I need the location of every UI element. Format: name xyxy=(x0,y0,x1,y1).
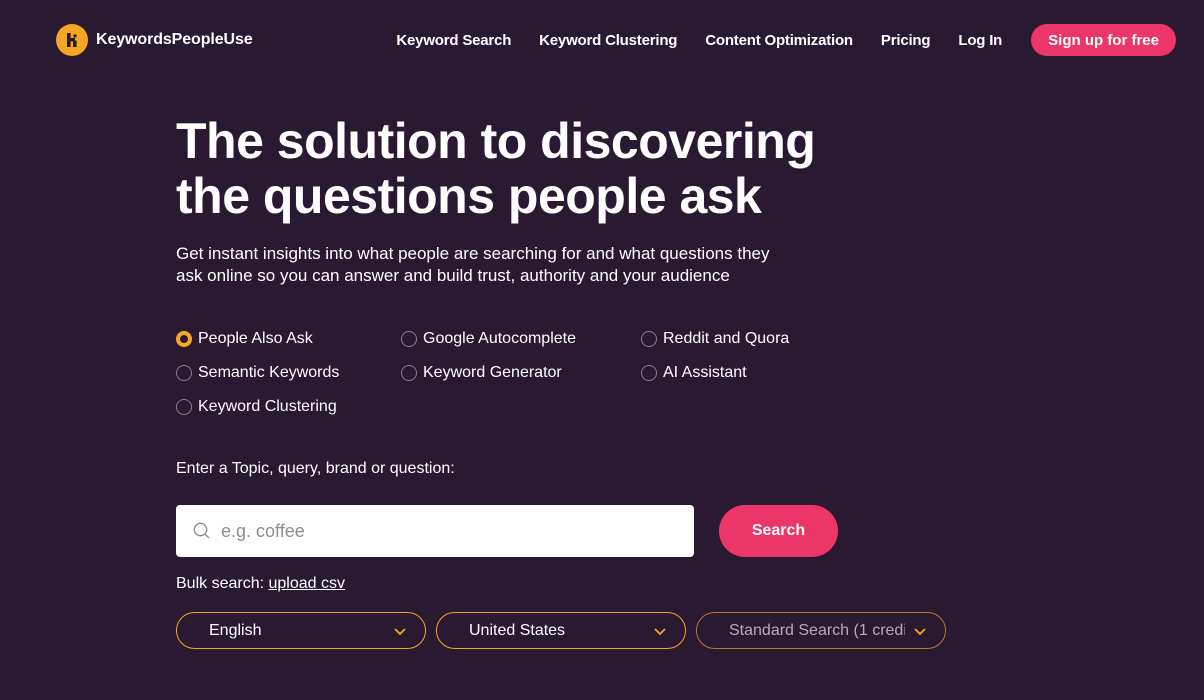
radio-reddit-and-quora[interactable]: Reddit and Quora xyxy=(641,330,789,348)
chevron-down-icon xyxy=(653,624,667,638)
radio-unchecked-icon[interactable] xyxy=(641,365,657,381)
radio-keyword-clustering[interactable]: Keyword Clustering xyxy=(176,398,337,416)
radio-unchecked-icon[interactable] xyxy=(641,331,657,347)
radio-keyword-generator[interactable]: Keyword Generator xyxy=(401,364,562,382)
radio-label: Keyword Generator xyxy=(423,364,562,381)
title-line-2: the questions people ask xyxy=(176,168,762,224)
radio-unchecked-icon[interactable] xyxy=(401,331,417,347)
radio-label: People Also Ask xyxy=(198,330,313,347)
nav-log-in[interactable]: Log In xyxy=(958,32,1002,49)
search-type-value: Standard Search (1 credit) xyxy=(729,621,905,639)
subtitle-line-1: Get instant insights into what people ar… xyxy=(176,244,770,263)
radio-people-also-ask[interactable]: People Also Ask xyxy=(176,330,313,348)
search-button[interactable]: Search xyxy=(719,505,838,557)
search-type-select[interactable]: Standard Search (1 credit) xyxy=(696,612,946,649)
nav-pricing[interactable]: Pricing xyxy=(881,32,931,49)
radio-label: AI Assistant xyxy=(663,364,747,381)
search-label: Enter a Topic, query, brand or question: xyxy=(176,460,455,477)
radio-checked-icon[interactable] xyxy=(176,331,192,347)
radio-label: Google Autocomplete xyxy=(423,330,576,347)
radio-unchecked-icon[interactable] xyxy=(176,399,192,415)
nav-keyword-search[interactable]: Keyword Search xyxy=(396,32,511,49)
country-value: United States xyxy=(469,621,566,639)
nav-content-optimization[interactable]: Content Optimization xyxy=(705,32,853,49)
title-line-1: The solution to discovering xyxy=(176,113,816,169)
chevron-down-icon xyxy=(913,624,927,638)
bulk-search: Bulk search: upload csv xyxy=(176,575,345,593)
radio-unchecked-icon[interactable] xyxy=(401,365,417,381)
header: KeywordsPeopleUse Keyword Search Keyword… xyxy=(0,0,1204,80)
radio-label: Semantic Keywords xyxy=(198,364,340,381)
logo-k-icon xyxy=(56,24,88,56)
logo[interactable]: KeywordsPeopleUse xyxy=(56,24,253,56)
radio-label: Keyword Clustering xyxy=(198,398,337,415)
language-select[interactable]: English xyxy=(176,612,426,649)
radio-label: Reddit and Quora xyxy=(663,330,790,347)
upload-csv-link[interactable]: upload csv xyxy=(269,575,346,592)
nav-keyword-clustering[interactable]: Keyword Clustering xyxy=(539,32,677,49)
radio-unchecked-icon[interactable] xyxy=(176,365,192,381)
search-input[interactable] xyxy=(221,511,671,551)
search-icon xyxy=(193,522,211,540)
language-value: English xyxy=(209,621,262,639)
logo-text: KeywordsPeopleUse xyxy=(96,31,253,48)
radio-google-autocomplete[interactable]: Google Autocomplete xyxy=(401,330,576,348)
page-title: The solution to discovering the question… xyxy=(176,114,936,224)
page-subtitle: Get instant insights into what people ar… xyxy=(176,243,876,287)
sign-up-button[interactable]: Sign up for free xyxy=(1031,24,1176,56)
country-select[interactable]: United States xyxy=(436,612,686,649)
chevron-down-icon xyxy=(393,624,407,638)
radio-ai-assistant[interactable]: AI Assistant xyxy=(641,364,747,382)
radio-semantic-keywords[interactable]: Semantic Keywords xyxy=(176,364,339,382)
bulk-search-label: Bulk search: xyxy=(176,575,265,592)
main-nav: Keyword Search Keyword Clustering Conten… xyxy=(396,24,1176,56)
subtitle-line-2: ask online so you can answer and build t… xyxy=(176,266,730,285)
search-field[interactable] xyxy=(176,505,694,557)
